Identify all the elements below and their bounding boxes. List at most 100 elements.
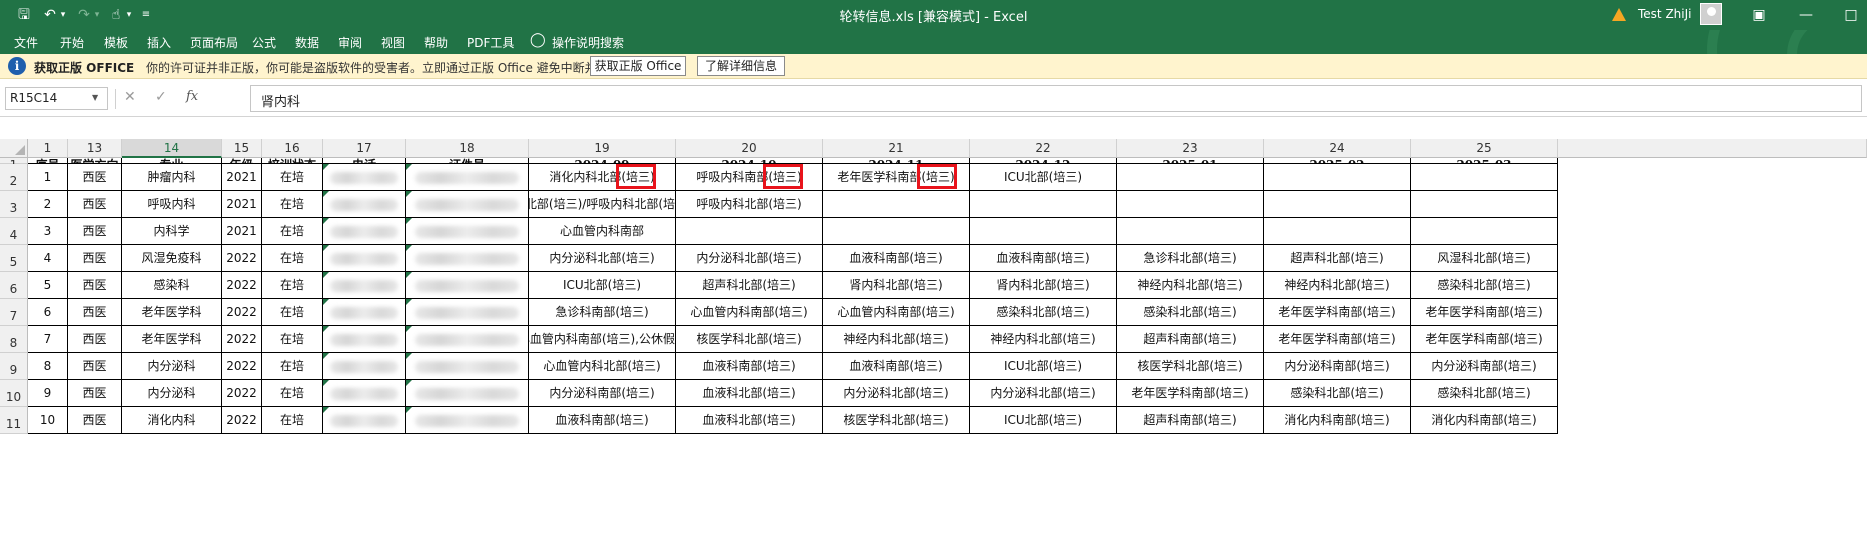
cell-m2503[interactable]: 内分泌科南部(培三) xyxy=(1411,353,1558,380)
cell-m2412[interactable]: 肾内科北部(培三) xyxy=(970,272,1117,299)
tab-pdf-tools[interactable]: PDF工具 xyxy=(467,34,514,51)
cell-m2502[interactable] xyxy=(1264,164,1411,191)
cell-major[interactable]: 消化内科 xyxy=(122,407,222,434)
row-header-9[interactable]: 9 xyxy=(0,353,28,380)
cell-m2501[interactable]: 神经内科北部(培三) xyxy=(1117,272,1264,299)
column-header-22[interactable]: 22 xyxy=(970,139,1117,158)
cell-m2502[interactable] xyxy=(1264,191,1411,218)
column-header-13[interactable]: 13 xyxy=(68,139,122,158)
cell-major[interactable]: 呼吸内科 xyxy=(122,191,222,218)
cell-direction[interactable]: 西医 xyxy=(68,218,122,245)
cell-direction[interactable]: 西医 xyxy=(68,191,122,218)
column-header-16[interactable]: 16 xyxy=(262,139,323,158)
cell-grade[interactable]: 2022 xyxy=(222,353,262,380)
cell-m2503[interactable] xyxy=(1411,191,1558,218)
column-header-20[interactable]: 20 xyxy=(676,139,823,158)
cell-m2410[interactable]: 呼吸内科北部(培三) xyxy=(676,191,823,218)
cell-m2409[interactable]: 心血管内科南部 xyxy=(529,218,676,245)
column-header-21[interactable]: 21 xyxy=(823,139,970,158)
cell-major[interactable]: 感染科 xyxy=(122,272,222,299)
cell-m2412[interactable]: ICU北部(培三) xyxy=(970,407,1117,434)
cell-major[interactable]: 老年医学科 xyxy=(122,299,222,326)
tab-help[interactable]: 帮助 xyxy=(424,34,448,51)
cell-m2502[interactable]: 老年医学科南部(培三) xyxy=(1264,299,1411,326)
column-header-25[interactable]: 25 xyxy=(1411,139,1558,158)
column-header-14[interactable]: 14 xyxy=(122,139,222,158)
cell-grade[interactable]: 2022 xyxy=(222,407,262,434)
select-all-corner[interactable] xyxy=(0,139,28,158)
cell-status[interactable]: 在培 xyxy=(262,164,323,191)
cell-m2502[interactable]: 神经内科北部(培三) xyxy=(1264,272,1411,299)
cell-phone[interactable] xyxy=(323,164,406,191)
cell-id[interactable] xyxy=(406,218,529,245)
cell-m2502[interactable]: 感染科北部(培三) xyxy=(1264,380,1411,407)
cell-m2412[interactable] xyxy=(970,191,1117,218)
avatar[interactable] xyxy=(1700,3,1722,25)
cell-direction[interactable]: 西医 xyxy=(68,326,122,353)
column-header-24[interactable]: 24 xyxy=(1264,139,1411,158)
cell-m2501[interactable]: 超声科南部(培三) xyxy=(1117,326,1264,353)
row-header-7[interactable]: 7 xyxy=(0,299,28,326)
cell-id[interactable] xyxy=(406,353,529,380)
cell-grade[interactable]: 2022 xyxy=(222,272,262,299)
cell-id[interactable] xyxy=(406,164,529,191)
cell-phone[interactable] xyxy=(323,299,406,326)
cell-m2502[interactable]: 内分泌科南部(培三) xyxy=(1264,353,1411,380)
cell-status[interactable]: 在培 xyxy=(262,191,323,218)
tell-me-search[interactable]: 操作说明搜索 xyxy=(552,34,624,51)
cell-m2502[interactable]: 超声科北部(培三) xyxy=(1264,245,1411,272)
cell-m2501[interactable]: 核医学科北部(培三) xyxy=(1117,353,1264,380)
cell-m2411[interactable]: 核医学科北部(培三) xyxy=(823,407,970,434)
column-header-1[interactable]: 1 xyxy=(28,139,68,158)
cell-id[interactable] xyxy=(406,272,529,299)
cell-id[interactable] xyxy=(406,326,529,353)
cell-m2412[interactable]: 感染科北部(培三) xyxy=(970,299,1117,326)
minimize-icon[interactable]: — xyxy=(1795,5,1817,25)
cell-seq[interactable]: 6 xyxy=(28,299,68,326)
cell-status[interactable]: 在培 xyxy=(262,272,323,299)
learn-more-button[interactable]: 了解详细信息 xyxy=(697,56,785,76)
cell-m2411[interactable]: 肾内科北部(培三) xyxy=(823,272,970,299)
cell-major[interactable]: 内科学 xyxy=(122,218,222,245)
cell-major[interactable]: 内分泌科 xyxy=(122,353,222,380)
cell-id[interactable] xyxy=(406,380,529,407)
cell-m2411[interactable]: 神经内科北部(培三) xyxy=(823,326,970,353)
cell-direction[interactable]: 西医 xyxy=(68,407,122,434)
cell-major[interactable]: 内分泌科 xyxy=(122,380,222,407)
cell-direction[interactable]: 西医 xyxy=(68,353,122,380)
cell-m2410[interactable]: 血液科北部(培三) xyxy=(676,380,823,407)
cell-m2409[interactable]: 血液科南部(培三) xyxy=(529,407,676,434)
cell-phone[interactable] xyxy=(323,218,406,245)
cell-m2410[interactable] xyxy=(676,218,823,245)
cell-m2409[interactable]: 心血管内科南部(培三),公休假 xyxy=(529,326,676,353)
cell-phone[interactable] xyxy=(323,407,406,434)
cell-grade[interactable]: 2022 xyxy=(222,299,262,326)
cell-grade[interactable]: 2021 xyxy=(222,164,262,191)
cell-m2503[interactable]: 感染科北部(培三) xyxy=(1411,380,1558,407)
cell-m2411[interactable]: 心血管内科南部(培三) xyxy=(823,299,970,326)
row-header-2[interactable]: 2 xyxy=(0,164,28,191)
cell-direction[interactable]: 西医 xyxy=(68,299,122,326)
insert-function-icon[interactable]: fx xyxy=(186,89,198,104)
cell-m2410[interactable]: 血液科南部(培三) xyxy=(676,353,823,380)
row-header-6[interactable]: 6 xyxy=(0,272,28,299)
cell-seq[interactable]: 2 xyxy=(28,191,68,218)
cell-seq[interactable]: 1 xyxy=(28,164,68,191)
cell-grade[interactable]: 2022 xyxy=(222,245,262,272)
cell-major[interactable]: 老年医学科 xyxy=(122,326,222,353)
cell-m2411[interactable] xyxy=(823,218,970,245)
tab-template[interactable]: 模板 xyxy=(104,34,128,51)
cell-phone[interactable] xyxy=(323,245,406,272)
get-genuine-office-button[interactable]: 获取正版 Office xyxy=(590,56,686,76)
cell-status[interactable]: 在培 xyxy=(262,245,323,272)
row-header-5[interactable]: 5 xyxy=(0,245,28,272)
cell-m2412[interactable]: ICU北部(培三) xyxy=(970,353,1117,380)
cell-m2410[interactable]: 内分泌科北部(培三) xyxy=(676,245,823,272)
cell-direction[interactable]: 西医 xyxy=(68,272,122,299)
cell-m2412[interactable]: 内分泌科北部(培三) xyxy=(970,380,1117,407)
column-header-19[interactable]: 19 xyxy=(529,139,676,158)
warning-icon[interactable] xyxy=(1612,8,1626,21)
cell-m2501[interactable] xyxy=(1117,191,1264,218)
column-header-17[interactable]: 17 xyxy=(323,139,406,158)
cell-m2409[interactable]: 内分泌科南部(培三) xyxy=(529,380,676,407)
